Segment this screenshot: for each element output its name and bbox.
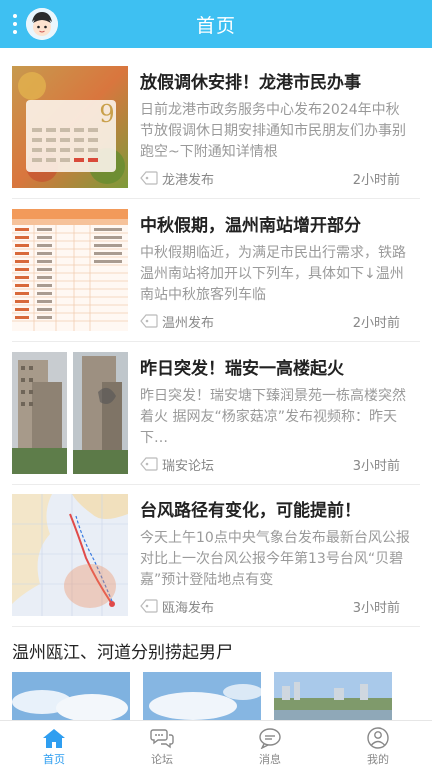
message-icon	[259, 728, 281, 749]
news-thumbnail	[12, 209, 128, 331]
news-meta: 龙港发布 2小时前	[140, 169, 400, 188]
news-item[interactable]: 台风路径有变化，可能提前！ 今天上午10点中央气象台发布最新台风公报对比上一次台…	[0, 476, 432, 618]
tab-label: 论坛	[151, 753, 173, 766]
video-news-title[interactable]: 温州瓯江、河道分别捞起男尸	[12, 638, 233, 663]
news-title[interactable]: 放假调休安排！龙港市民办事	[140, 68, 410, 93]
tab-profile[interactable]: 我的	[324, 721, 432, 768]
news-item[interactable]: 中秋假期，温州南站增开部分 中秋假期临近，为满足市民出行需求，铁路温州南站将加开…	[0, 191, 432, 333]
tab-label: 我的	[367, 753, 389, 766]
news-title[interactable]: 昨日突发！瑞安一高楼起火	[140, 354, 410, 379]
news-title[interactable]: 中秋假期，温州南站增开部分	[140, 211, 410, 236]
news-meta: 温州发布 2小时前	[140, 312, 400, 331]
bottom-tab-bar: 首页 论坛 消息 我的	[0, 720, 432, 768]
news-source[interactable]: 龙港发布	[162, 169, 214, 188]
home-icon	[43, 729, 65, 748]
tab-messages[interactable]: 消息	[216, 721, 324, 768]
tab-label: 消息	[259, 753, 281, 766]
news-source[interactable]: 温州发布	[162, 312, 214, 331]
news-summary: 日前龙港市政务服务中心发布2024年中秋节放假调休日期安排通知市民朋友们办事别跑…	[140, 102, 406, 160]
chat-bubbles-icon	[150, 729, 174, 749]
tab-home[interactable]: 首页	[0, 721, 108, 768]
news-summary: 今天上午10点中央气象台发布最新台风公报对比上一次台风公报今年第13号台风“贝碧…	[140, 530, 410, 588]
divider	[12, 626, 420, 627]
news-time: 3小时前	[352, 459, 400, 474]
video-thumbnail[interactable]	[12, 672, 130, 720]
tag-icon	[140, 599, 158, 613]
video-thumbnail[interactable]	[143, 672, 261, 720]
tag-icon	[140, 314, 158, 328]
top-bar: 首页	[0, 0, 432, 48]
news-source[interactable]: 瓯海发布	[162, 597, 214, 616]
news-source[interactable]: 瑞安论坛	[162, 455, 214, 474]
news-meta: 瓯海发布 3小时前	[140, 597, 400, 616]
tag-icon	[140, 457, 158, 471]
news-title[interactable]: 台风路径有变化，可能提前！	[140, 496, 410, 521]
tab-forum[interactable]: 论坛	[108, 721, 216, 768]
user-icon	[367, 727, 389, 749]
news-summary: 昨日突发！瑞安塘下臻润景苑一栋高楼突然着火 据网友“杨家菇凉”发布视频称：昨天下…	[140, 388, 406, 446]
tab-label: 首页	[43, 753, 65, 766]
tag-icon	[140, 171, 158, 185]
news-thumbnail	[12, 494, 128, 616]
news-time: 2小时前	[352, 173, 400, 188]
news-thumbnail: 9	[12, 66, 128, 188]
news-feed[interactable]: 9 放假调休安排！龙港市民办事 日前龙港市政务服务中心发布2024年中秋节放假调…	[0, 48, 432, 720]
news-item[interactable]: 昨日突发！瑞安一高楼起火 昨日突发！瑞安塘下臻润景苑一栋高楼突然着火 据网友“杨…	[0, 334, 432, 476]
news-thumbnail	[12, 352, 128, 474]
page-title: 首页	[195, 15, 236, 37]
news-time: 3小时前	[352, 601, 400, 616]
video-thumbnail[interactable]	[274, 672, 392, 720]
thumb-date-number: 9	[99, 100, 114, 128]
news-summary: 中秋假期临近，为满足市民出行需求，铁路温州南站将加开以下列车，具体如下↓温州南站…	[140, 245, 406, 303]
news-item[interactable]: 9 放假调休安排！龙港市民办事 日前龙港市政务服务中心发布2024年中秋节放假调…	[0, 48, 432, 190]
news-meta: 瑞安论坛 3小时前	[140, 455, 400, 474]
news-time: 2小时前	[352, 316, 400, 331]
